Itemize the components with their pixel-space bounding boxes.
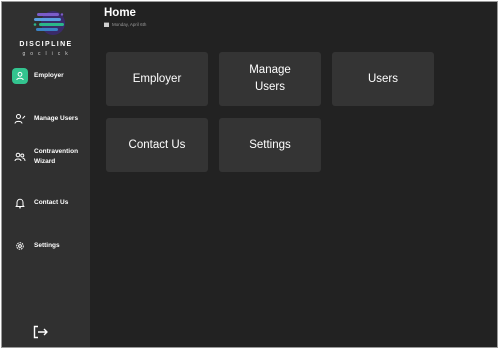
calendar-icon <box>104 22 109 27</box>
date-label: Monday, April 6th <box>112 22 147 27</box>
gear-icon <box>12 238 28 254</box>
sidebar-item-label: Employer <box>34 72 64 79</box>
tile-manage-users[interactable]: Manage Users <box>219 52 321 106</box>
page-title: Home <box>104 7 136 19</box>
date-row: Monday, April 6th <box>104 22 146 27</box>
logout-icon <box>33 325 48 339</box>
sidebar-item-label: Settings <box>34 242 60 249</box>
tile-users[interactable]: Users <box>332 52 434 106</box>
logo-title: DISCIPLINE <box>19 41 73 48</box>
sidebar-item-employer[interactable]: Employer <box>12 68 86 84</box>
tile-contact-us[interactable]: Contact Us <box>106 118 208 172</box>
sidebar: DISCIPLINE g o c l i c k Employer Manage <box>2 2 90 347</box>
app-window: DISCIPLINE g o c l i c k Employer Manage <box>1 1 498 348</box>
user-edit-icon <box>12 111 28 127</box>
sidebar-item-contact-us[interactable]: Contact Us <box>12 195 86 211</box>
sidebar-item-contravention-wizard[interactable]: Contravention Wizard <box>12 147 86 167</box>
sidebar-item-label: Contact Us <box>34 199 69 206</box>
logo-tagline: g o c l i c k <box>22 51 70 57</box>
tile-employer[interactable]: Employer <box>106 52 208 106</box>
logo: DISCIPLINE g o c l i c k <box>2 8 90 57</box>
tile-label: Manage Users <box>249 64 291 93</box>
sidebar-item-manage-users[interactable]: Manage Users <box>12 111 86 127</box>
logout-button[interactable] <box>32 324 50 340</box>
logo-mark <box>33 11 65 35</box>
sidebar-item-label: Manage Users <box>34 115 79 122</box>
bell-icon <box>12 195 28 211</box>
tile-settings[interactable]: Settings <box>219 118 321 172</box>
sidebar-item-label: Contravention Wizard <box>34 148 79 165</box>
sidebar-item-settings[interactable]: Settings <box>12 238 86 254</box>
user-icon <box>12 68 28 84</box>
users-icon <box>12 149 28 165</box>
